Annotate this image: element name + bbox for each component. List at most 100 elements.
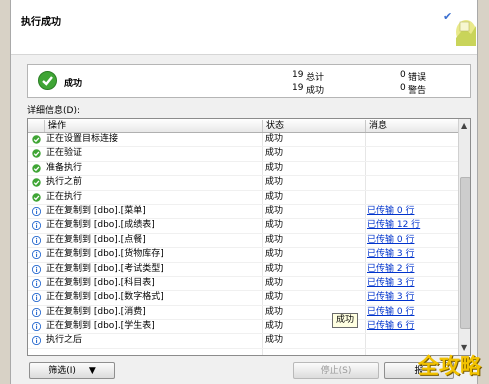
- warning-count: 0: [400, 83, 406, 93]
- operation-cell: 执行之前: [46, 177, 83, 188]
- message-link[interactable]: 已传输 12 行: [367, 219, 420, 232]
- success-icon: [32, 149, 41, 159]
- scroll-up-icon[interactable]: ▲: [461, 121, 467, 130]
- dialog-header: 执行成功 ✔: [11, 0, 477, 55]
- success-icon: [32, 135, 41, 144]
- message-link[interactable]: 已传输 0 行: [367, 234, 414, 247]
- table-row[interactable]: 正在复制到 [dbo].[科目表] 成功 已传输 3 行: [28, 277, 458, 292]
- info-icon: [32, 235, 41, 245]
- success-count: 19: [292, 83, 304, 93]
- operation-cell: 正在复制到 [dbo].[数字格式]: [46, 292, 164, 303]
- grid-rows: 正在设置目标连接 成功 正在验证 成功 准备执行 成功 执行之前 成功 正在执行 成功 正在复制到 …: [28, 133, 458, 349]
- status-cell: 成功: [265, 134, 284, 144]
- message-link[interactable]: 已传输 3 行: [367, 277, 414, 290]
- info-icon: [32, 293, 41, 303]
- total-count: 19: [292, 70, 304, 80]
- status-cell: 成功: [265, 292, 284, 303]
- operation-cell: 正在复制到 [dbo].[菜单]: [46, 205, 146, 216]
- dialog-title: 执行成功: [21, 17, 61, 28]
- error-label: 错误: [408, 73, 427, 83]
- info-icon: [32, 221, 41, 231]
- vertical-scrollbar[interactable]: ▲ ▼: [458, 119, 470, 355]
- info-icon: [32, 322, 41, 332]
- table-row[interactable]: 正在复制到 [dbo].[学生表] 成功 已传输 6 行: [28, 320, 458, 335]
- table-row[interactable]: 正在设置目标连接 成功: [28, 133, 458, 148]
- table-row[interactable]: 正在复制到 [dbo].[考试类型] 成功 已传输 2 行: [28, 263, 458, 277]
- filter-button[interactable]: 筛选(I) ▼: [29, 362, 115, 379]
- watermark-logo: 全攻略: [418, 354, 481, 378]
- status-cell: 成功: [265, 321, 284, 332]
- status-cell: 成功: [265, 263, 284, 274]
- message-link[interactable]: 已传输 0 行: [367, 205, 414, 218]
- operation-cell: 正在设置目标连接: [46, 134, 119, 144]
- table-row[interactable]: 执行之后 成功: [28, 334, 458, 349]
- table-row[interactable]: 正在复制到 [dbo].[数字格式] 成功 已传输 3 行: [28, 291, 458, 306]
- column-header-message[interactable]: 消息: [365, 120, 458, 132]
- info-icon: [32, 307, 41, 317]
- status-cell: 成功: [265, 335, 284, 346]
- dropdown-arrow-icon: ▼: [88, 366, 96, 376]
- info-icon: [32, 278, 41, 288]
- error-count: 0: [400, 70, 406, 80]
- status-tooltip: 成功: [332, 313, 359, 328]
- filter-label: 筛选(I): [48, 366, 76, 376]
- details-label: 详细信息(D):: [27, 106, 80, 116]
- status-cell: 成功: [265, 249, 284, 260]
- table-row[interactable]: 执行之前 成功: [28, 176, 458, 191]
- table-row[interactable]: 正在执行 成功: [28, 191, 458, 205]
- status-cell: 成功: [265, 234, 284, 245]
- success-label: 成功: [306, 86, 325, 96]
- status-cell: 成功: [265, 148, 284, 159]
- summary-status: 成功: [64, 79, 83, 89]
- status-cell: 成功: [265, 205, 284, 216]
- operation-cell: 正在复制到 [dbo].[货物库存]: [46, 249, 164, 260]
- execution-dialog: 执行成功 ✔ 成功 19 总计 19 成功 0 错误 0 警告 详细信息(D):…: [10, 0, 478, 384]
- operation-cell: 正在验证: [46, 148, 83, 159]
- warning-label: 警告: [408, 86, 427, 96]
- message-link[interactable]: 已传输 0 行: [367, 306, 414, 319]
- status-cell: 成功: [265, 162, 284, 173]
- wizard-banner-icon: [456, 20, 476, 46]
- table-row[interactable]: 正在复制到 [dbo].[点餐] 成功 已传输 0 行: [28, 234, 458, 249]
- operation-cell: 正在复制到 [dbo].[科目表]: [46, 277, 155, 288]
- table-row[interactable]: 正在验证 成功: [28, 147, 458, 162]
- status-cell: 成功: [265, 306, 284, 317]
- scroll-thumb[interactable]: [460, 177, 470, 329]
- operation-cell: 正在复制到 [dbo].[成绩表]: [46, 220, 155, 231]
- success-icon: [32, 192, 41, 202]
- operation-cell: 正在复制到 [dbo].[学生表]: [46, 321, 155, 332]
- operation-cell: 准备执行: [46, 162, 83, 173]
- info-icon: [32, 250, 41, 260]
- table-row[interactable]: 正在复制到 [dbo].[成绩表] 成功 已传输 12 行: [28, 219, 458, 234]
- table-row[interactable]: 正在复制到 [dbo].[菜单] 成功 已传输 0 行: [28, 205, 458, 220]
- success-icon: [32, 178, 41, 187]
- operation-cell: 正在复制到 [dbo].[消费]: [46, 306, 146, 317]
- success-check-icon: [38, 71, 57, 90]
- message-link[interactable]: 已传输 3 行: [367, 248, 414, 261]
- column-header-operation[interactable]: 操作: [44, 120, 262, 132]
- success-icon: [32, 164, 41, 173]
- total-label: 总计: [306, 73, 325, 83]
- message-link[interactable]: 已传输 2 行: [367, 263, 414, 276]
- status-cell: 成功: [265, 177, 284, 188]
- message-link[interactable]: 已传输 6 行: [367, 320, 414, 333]
- status-cell: 成功: [265, 277, 284, 288]
- info-icon: [32, 336, 41, 346]
- operation-cell: 正在执行: [46, 191, 83, 202]
- operation-cell: 正在复制到 [dbo].[考试类型]: [46, 263, 164, 274]
- table-row[interactable]: 准备执行 成功: [28, 162, 458, 177]
- column-header-status[interactable]: 状态: [262, 120, 365, 132]
- stop-button[interactable]: 停止(S): [293, 362, 379, 379]
- result-summary: 成功 19 总计 19 成功 0 错误 0 警告: [27, 64, 471, 98]
- details-grid[interactable]: 操作 状态 消息 正在设置目标连接 成功 正在验证 成功 准备执行 成功 执行之前 成功 正在执…: [27, 118, 471, 356]
- operation-cell: 执行之后: [46, 335, 83, 346]
- message-link[interactable]: 已传输 3 行: [367, 291, 414, 304]
- grid-header: 操作 状态 消息: [28, 119, 470, 133]
- info-icon: [32, 206, 41, 216]
- info-icon: [32, 264, 41, 274]
- operation-cell: 正在复制到 [dbo].[点餐]: [46, 234, 146, 245]
- table-row[interactable]: 正在复制到 [dbo].[消费] 成功 已传输 0 行: [28, 306, 458, 321]
- status-cell: 成功: [265, 191, 284, 202]
- table-row[interactable]: 正在复制到 [dbo].[货物库存] 成功 已传输 3 行: [28, 248, 458, 263]
- status-cell: 成功: [265, 220, 284, 231]
